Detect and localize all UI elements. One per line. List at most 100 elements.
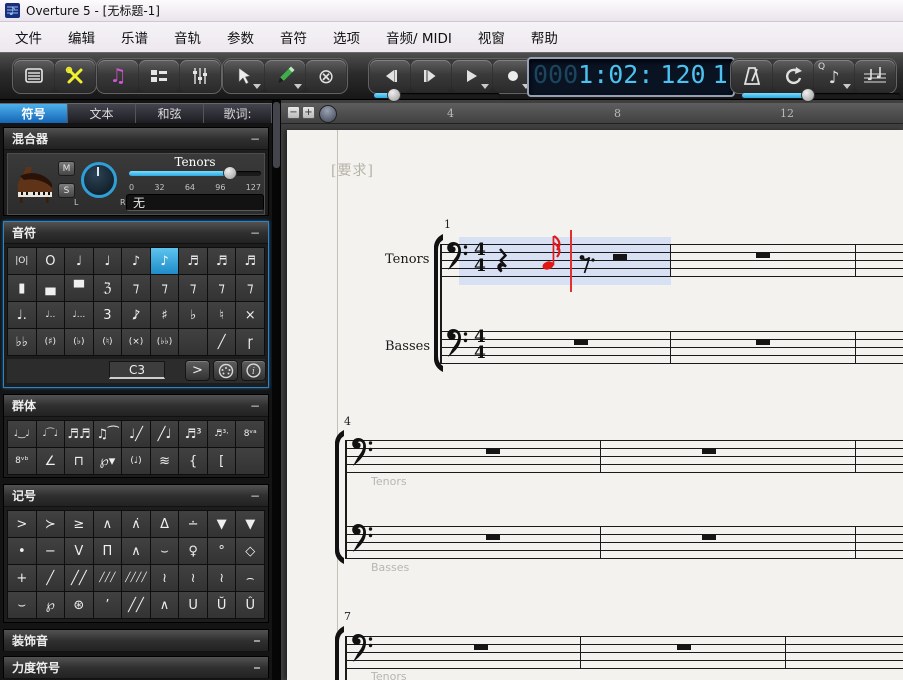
play-button[interactable] — [452, 60, 492, 92]
menu-item-4[interactable]: 参数 — [214, 23, 267, 51]
pedal[interactable]: ℘ — [37, 592, 65, 618]
staff-basses[interactable] — [440, 331, 903, 364]
note-breve[interactable]: |O| — [8, 248, 36, 274]
track-sheet-button[interactable] — [139, 60, 179, 92]
accent[interactable]: > — [8, 511, 36, 537]
rewind-button[interactable] — [370, 60, 410, 92]
fermata-u-up[interactable]: Ŭ — [208, 592, 236, 618]
score-page[interactable]: [要求] 1 Tenors 4 4 — [287, 130, 903, 680]
rest-quarter[interactable]: ℨ — [94, 275, 122, 301]
note-sixteenth[interactable]: ♪ — [151, 248, 179, 274]
fermata[interactable]: ⌢ — [236, 565, 264, 591]
rest-sixty-fourth[interactable]: ⁊ — [208, 275, 236, 301]
rest-one-twenty-eighth[interactable]: ⁊ — [236, 275, 264, 301]
tab-lyrics[interactable]: 歌词: — [204, 103, 272, 123]
quantize-button[interactable]: Q ♪ — [814, 60, 854, 92]
wedge-accent[interactable]: ▼ — [208, 511, 236, 537]
note-whole[interactable]: O — [37, 248, 65, 274]
note-thirty-second[interactable]: ♬ — [179, 248, 207, 274]
note-sixty-fourth[interactable]: ♬ — [208, 248, 236, 274]
track-list-button[interactable] — [14, 60, 54, 92]
pan-knob[interactable] — [81, 162, 117, 198]
menu-item-2[interactable]: 乐谱 — [108, 23, 161, 51]
arpeggio-down[interactable]: ≀ — [208, 565, 236, 591]
up-bow[interactable]: V — [65, 538, 93, 564]
mixer-view-button[interactable] — [180, 60, 220, 92]
info-button[interactable]: i — [241, 360, 266, 381]
fermata-below[interactable]: ⌣ — [8, 592, 36, 618]
accent-tenuto[interactable]: ≥ — [65, 511, 93, 537]
groups-section-header[interactable]: 群体 − — [4, 395, 268, 417]
zoom-out-button[interactable]: − — [287, 106, 300, 119]
volume-slider[interactable] — [129, 171, 261, 176]
delete-tool-button[interactable]: ⊗ — [306, 60, 346, 92]
menu-item-3[interactable]: 音轨 — [161, 23, 214, 51]
mute-button[interactable]: M — [58, 161, 75, 176]
expand-icon[interactable] — [254, 640, 260, 642]
menu-item-1[interactable]: 编辑 — [55, 23, 108, 51]
tremolo-two[interactable]: ╱╱ — [65, 565, 93, 591]
zoom-in-button[interactable]: + — [302, 106, 315, 119]
quantize-caret[interactable] — [843, 84, 851, 89]
sostenuto-flower[interactable]: ⊛ — [65, 592, 93, 618]
paren-note-pair[interactable]: (♩) — [122, 448, 150, 474]
fermata-u-down[interactable]: Û — [236, 592, 264, 618]
tie[interactable]: ♩‿♩ — [8, 421, 36, 447]
ruler-position-knob[interactable] — [319, 105, 337, 123]
marks-section-header[interactable]: 记号 − — [4, 485, 268, 507]
panel-scrollbar-thumb[interactable] — [273, 102, 280, 168]
tempo-slider[interactable] — [742, 93, 900, 98]
notes-section-header[interactable]: 音符 − — [4, 222, 268, 244]
tempo-slider-thumb[interactable] — [801, 88, 815, 102]
paren-flat[interactable]: (♭) — [65, 329, 93, 355]
natural[interactable]: ♮ — [208, 302, 236, 328]
paren-natural[interactable]: (♮) — [94, 329, 122, 355]
tremolo-four[interactable]: ╱╱╱╱ — [122, 565, 150, 591]
rest-eighth[interactable]: ⁊ — [122, 275, 150, 301]
wedge-accent-heavy[interactable]: ▼ — [236, 511, 264, 537]
tenuto[interactable]: − — [37, 538, 65, 564]
line-bracket-up[interactable]: ∠ — [37, 448, 65, 474]
flat[interactable]: ♭ — [179, 302, 207, 328]
collapse-icon[interactable]: − — [250, 399, 260, 413]
menu-item-0[interactable]: 文件 — [2, 23, 55, 51]
rest-half[interactable]: ▀ — [65, 275, 93, 301]
paren-double-sharp[interactable]: (×) — [122, 329, 150, 355]
mixer-section-header[interactable]: 混合器 − — [4, 128, 268, 150]
grace-note[interactable]: ♪̷ — [122, 302, 150, 328]
slash[interactable]: ╱ — [208, 329, 236, 355]
heel[interactable]: ⌣ — [151, 538, 179, 564]
collapse-icon[interactable]: − — [250, 226, 260, 240]
arpeggio[interactable]: ≀ — [151, 565, 179, 591]
rest-thirty-second[interactable]: ⁊ — [179, 275, 207, 301]
double-flat[interactable]: ♭♭ — [8, 329, 36, 355]
menu-item-8[interactable]: 视窗 — [465, 23, 518, 51]
ornaments-section-header[interactable]: 装饰音 — [4, 630, 268, 652]
menu-item-7[interactable]: 音频/ MIDI — [373, 23, 465, 51]
plus[interactable]: + — [8, 565, 36, 591]
soft-accent[interactable]: ∧ — [151, 592, 179, 618]
brace[interactable]: { — [179, 448, 207, 474]
ottava-bassa[interactable]: 8ᵛᵇ — [8, 448, 36, 474]
instrument-dropdown[interactable]: 无 — [126, 194, 264, 211]
ottava-alta[interactable]: 8ᵛᵃ — [236, 421, 264, 447]
select-tool-caret[interactable] — [253, 84, 261, 89]
panel-scrollbar[interactable] — [272, 100, 281, 680]
soft-marcato[interactable]: ∧ — [122, 538, 150, 564]
staff-basses[interactable] — [345, 526, 903, 559]
arpeggio-up[interactable]: ≀ — [179, 565, 207, 591]
grace-slash[interactable]: ɼ — [236, 329, 264, 355]
harmonic-stem[interactable]: ♀ — [179, 538, 207, 564]
dot-single[interactable]: ♩. — [8, 302, 36, 328]
solo-button[interactable]: S — [58, 183, 75, 198]
line-ascending[interactable]: ♩╱ — [122, 421, 150, 447]
tab-symbols[interactable]: 符号 — [0, 103, 68, 123]
bracket-u[interactable]: U — [179, 592, 207, 618]
beam-slur[interactable]: ♫⁀ — [94, 421, 122, 447]
tremolo-one[interactable]: ╱ — [37, 565, 65, 591]
pencil-tool-button[interactable] — [265, 60, 305, 92]
down-bow[interactable]: Π — [94, 538, 122, 564]
note-quarter[interactable]: ♩ — [94, 248, 122, 274]
midi-input-button[interactable] — [213, 360, 238, 381]
staff-label-basses[interactable]: Basses — [385, 339, 430, 354]
